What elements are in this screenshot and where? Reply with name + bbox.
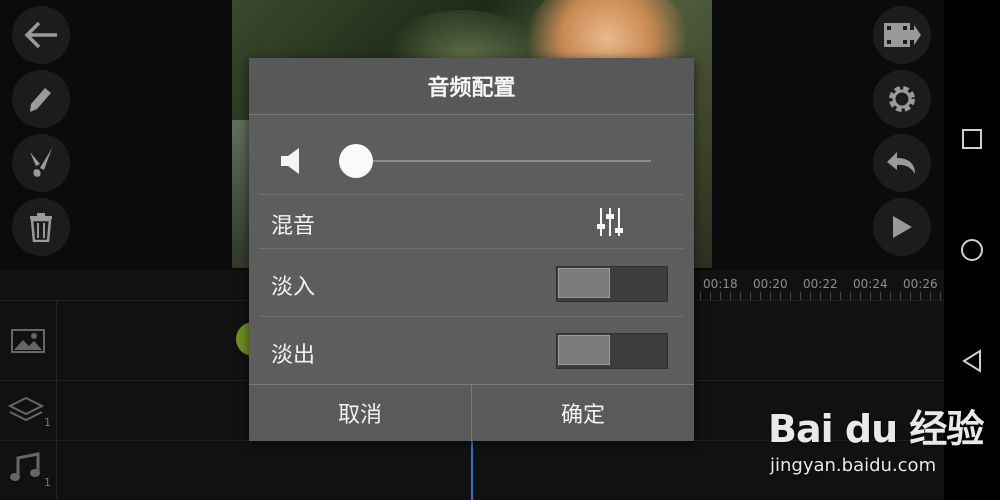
fade-out-label: 淡出 [271, 343, 316, 368]
edit-button[interactable] [12, 70, 70, 128]
brush-icon [26, 146, 56, 180]
baidu-watermark-logo: Bai du 经验 [768, 407, 984, 451]
baidu-watermark-url: jingyan.baidu.com [770, 455, 937, 476]
undo-icon [885, 148, 919, 178]
effect-button[interactable] [12, 134, 70, 192]
back-button[interactable] [12, 6, 70, 64]
gear-icon [885, 82, 919, 116]
track-badge: 1 [44, 416, 51, 429]
fade-out-toggle-knob [558, 335, 610, 365]
play-button[interactable] [873, 198, 931, 256]
confirm-button[interactable]: 确定 [471, 385, 694, 441]
trash-icon [29, 212, 53, 242]
video-track-icon[interactable] [10, 326, 46, 358]
recent-apps-square-icon[interactable] [962, 129, 982, 153]
ruler-label: 00:22 [803, 277, 838, 291]
fade-in-label: 淡入 [271, 275, 316, 300]
cancel-button[interactable]: 取消 [249, 385, 471, 441]
export-film-icon [882, 20, 922, 50]
volume-slider-thumb[interactable] [339, 144, 373, 178]
play-icon [890, 214, 914, 240]
playhead[interactable] [471, 440, 473, 500]
settings-button[interactable] [873, 70, 931, 128]
fade-in-toggle-knob [558, 268, 610, 298]
pencil-icon [27, 84, 55, 114]
ruler-label: 00:18 [703, 277, 738, 291]
equalizer-icon[interactable] [597, 206, 623, 242]
ruler-label: 00:26 [903, 277, 938, 291]
music-track-icon[interactable] [8, 452, 42, 488]
back-triangle-icon[interactable] [962, 349, 982, 377]
speaker-icon [279, 146, 303, 180]
export-button[interactable] [873, 6, 931, 64]
ruler-label: 00:24 [853, 277, 888, 291]
ruler-ticks [700, 292, 944, 300]
fade-out-toggle[interactable] [556, 333, 668, 369]
home-circle-icon[interactable] [960, 238, 984, 266]
undo-button[interactable] [873, 134, 931, 192]
dialog-button-bar: 取消 确定 [249, 384, 694, 441]
volume-slider-track[interactable] [355, 160, 651, 162]
dialog-title: 音频配置 [249, 58, 694, 115]
fade-in-toggle[interactable] [556, 266, 668, 302]
track-badge: 1 [44, 476, 51, 489]
back-arrow-icon [21, 19, 61, 51]
delete-button[interactable] [12, 198, 70, 256]
ruler-label: 00:20 [753, 277, 788, 291]
mix-label: 混音 [271, 214, 316, 239]
overlay-track-icon[interactable] [6, 392, 46, 432]
audio-settings-dialog: 音频配置 混音 淡入 淡出 取消 确定 [249, 58, 694, 441]
